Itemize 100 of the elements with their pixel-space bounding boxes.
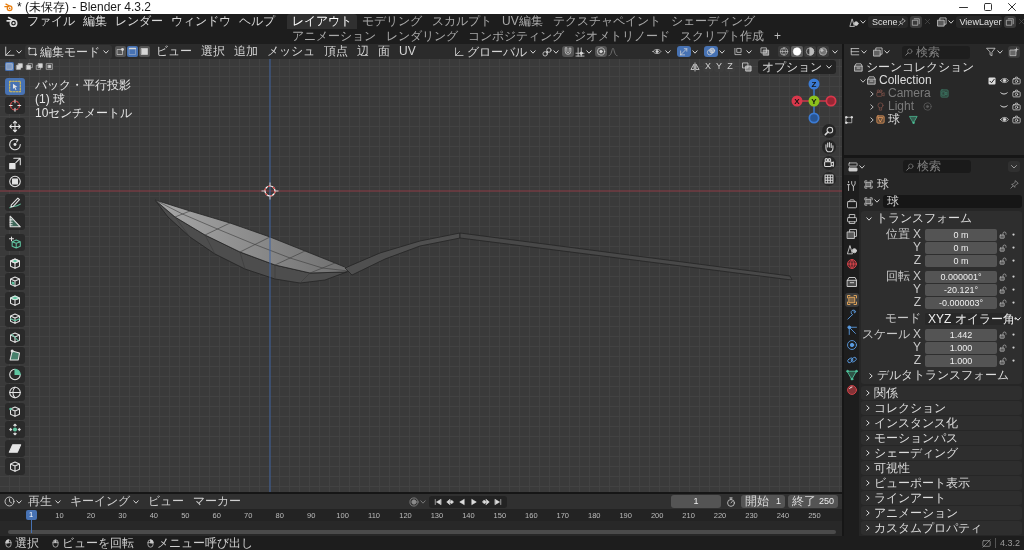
- mirrored-triangles-icon[interactable]: [690, 61, 700, 72]
- axis-ball[interactable]: Z: [808, 78, 820, 90]
- 3d-cursor-icon[interactable]: [261, 182, 279, 200]
- end-frame-field[interactable]: 終了 250: [788, 495, 838, 508]
- arrow-diamond-left-icon[interactable]: [445, 497, 454, 506]
- mirror-axis-toggle[interactable]: X: [703, 61, 713, 72]
- mirror-axis-toggle[interactable]: Z: [725, 61, 735, 72]
- solid-sphere-icon[interactable]: [791, 46, 803, 57]
- number-field[interactable]: 0 m: [925, 228, 997, 241]
- menu-item[interactable]: 再生: [25, 494, 64, 509]
- menu-item[interactable]: ビュー: [153, 44, 195, 59]
- caret-icon[interactable]: [866, 495, 870, 501]
- circle-square-icon[interactable]: [5, 173, 25, 190]
- camera-icon[interactable]: [1011, 76, 1021, 85]
- two-filled-squares-icon[interactable]: [15, 62, 24, 71]
- globe-icon[interactable]: [845, 257, 859, 271]
- play-reverse-icon[interactable]: [457, 497, 466, 506]
- workspace-tab[interactable]: テクスチャペイント: [547, 14, 666, 29]
- triangle-icon[interactable]: [909, 115, 918, 124]
- ring-dot-icon[interactable]: [845, 338, 859, 352]
- menu-item[interactable]: 編集: [79, 14, 111, 29]
- rotate-icon[interactable]: [5, 136, 25, 153]
- maximize-icon[interactable]: [984, 3, 992, 11]
- select-box-icon[interactable]: [5, 78, 25, 95]
- camera-icon[interactable]: [1011, 89, 1021, 98]
- clock-icon[interactable]: [4, 496, 15, 507]
- view-layer-field[interactable]: ViewLayer: [955, 15, 1002, 28]
- camera-box-icon[interactable]: [939, 89, 949, 98]
- caret-icon[interactable]: [866, 450, 870, 456]
- overlapping-circles-icon[interactable]: [704, 46, 718, 57]
- image-stack-icon[interactable]: [873, 47, 883, 57]
- current-frame-field[interactable]: 1: [671, 495, 721, 508]
- axis-ball-icon[interactable]: [825, 95, 837, 107]
- eye-icon[interactable]: [650, 46, 664, 57]
- pencil-icon[interactable]: [5, 194, 25, 211]
- jump-start-icon[interactable]: [433, 497, 442, 506]
- workspace-tab[interactable]: レイアウト: [287, 14, 357, 29]
- panel-header[interactable]: カスタムプロパティ: [861, 521, 1022, 535]
- menu-item[interactable]: マーカー: [190, 494, 244, 509]
- menu-item[interactable]: 面: [375, 44, 393, 59]
- linked-circles-icon[interactable]: [541, 46, 552, 57]
- mode-dropdown[interactable]: 編集モード: [25, 44, 112, 59]
- dot-icon[interactable]: [1011, 275, 1015, 278]
- wireframe-sphere-icon[interactable]: [778, 46, 790, 57]
- lock-open-icon[interactable]: [999, 298, 1007, 307]
- menu-item[interactable]: 選択: [198, 44, 228, 59]
- caret-icon[interactable]: [866, 510, 870, 516]
- dot-rays-icon[interactable]: [845, 323, 859, 337]
- caret-icon[interactable]: [866, 435, 870, 441]
- outliner-item[interactable]: 球: [888, 113, 900, 126]
- menu-item[interactable]: レンダー: [111, 14, 167, 29]
- eye-closed-icon[interactable]: [1000, 105, 1008, 108]
- menu-item[interactable]: キーイング: [67, 494, 142, 509]
- panel-header[interactable]: アニメーション: [861, 506, 1022, 520]
- caret-icon[interactable]: [866, 525, 870, 531]
- corner-square-icon[interactable]: [731, 46, 745, 57]
- navigation-gizmo[interactable]: Z X Y: [791, 78, 837, 124]
- workspace-tab[interactable]: UV編集: [497, 14, 548, 29]
- dot-icon[interactable]: [1011, 359, 1015, 362]
- dot-icon[interactable]: [1011, 246, 1015, 249]
- menu-item[interactable]: メッシュ: [264, 44, 318, 59]
- triangle-box-icon[interactable]: [876, 115, 885, 124]
- workspace-tab[interactable]: モデリング: [357, 14, 427, 29]
- workspace-tab[interactable]: コンポジティング: [463, 29, 569, 44]
- filter-icon[interactable]: [986, 47, 996, 57]
- caret-icon[interactable]: [869, 90, 874, 97]
- diamond-arrow-right-icon[interactable]: [481, 497, 490, 506]
- app-logo-icon[interactable]: [6, 15, 18, 28]
- box-icon[interactable]: [854, 63, 863, 72]
- dot-icon[interactable]: [1011, 259, 1015, 262]
- panel-header[interactable]: インスタンス化: [861, 416, 1022, 430]
- half-filled-circle-icon[interactable]: [804, 46, 816, 57]
- axis-ball[interactable]: X: [791, 95, 803, 107]
- lock-open-icon[interactable]: [999, 330, 1007, 339]
- workspace-tab[interactable]: スカルプト: [427, 14, 497, 29]
- copy-icon[interactable]: [909, 15, 922, 28]
- box-icon[interactable]: [867, 76, 876, 85]
- object-square-icon[interactable]: [864, 196, 873, 206]
- number-field[interactable]: 0.000001°: [925, 270, 997, 283]
- stacked-bars-icon[interactable]: [848, 161, 858, 172]
- dot-icon[interactable]: [1011, 233, 1015, 236]
- checkbox-icon[interactable]: [988, 76, 996, 85]
- dot-icon[interactable]: [1013, 317, 1017, 320]
- caret-icon[interactable]: [866, 405, 870, 411]
- image-stack-icon[interactable]: [845, 227, 859, 241]
- cone-sphere-icon[interactable]: [845, 242, 859, 256]
- box-plus-icon[interactable]: [1008, 46, 1020, 58]
- overlapping-squares-icon[interactable]: [742, 61, 752, 72]
- square-corner-dot-icon[interactable]: [115, 46, 126, 57]
- dot-icon[interactable]: [1011, 346, 1015, 349]
- lock-open-icon[interactable]: [999, 356, 1007, 365]
- caret-icon[interactable]: [866, 390, 870, 396]
- overlapping-squares-icon[interactable]: [758, 46, 772, 57]
- filled-square-icon[interactable]: [139, 46, 150, 57]
- caret-icon[interactable]: [866, 216, 872, 221]
- stopwatch-icon[interactable]: [726, 496, 736, 507]
- panel-header[interactable]: トランスフォーム: [861, 211, 1022, 226]
- grid-icon[interactable]: [822, 172, 836, 186]
- caret-icon[interactable]: [866, 480, 870, 486]
- number-field[interactable]: 1.000: [925, 354, 997, 367]
